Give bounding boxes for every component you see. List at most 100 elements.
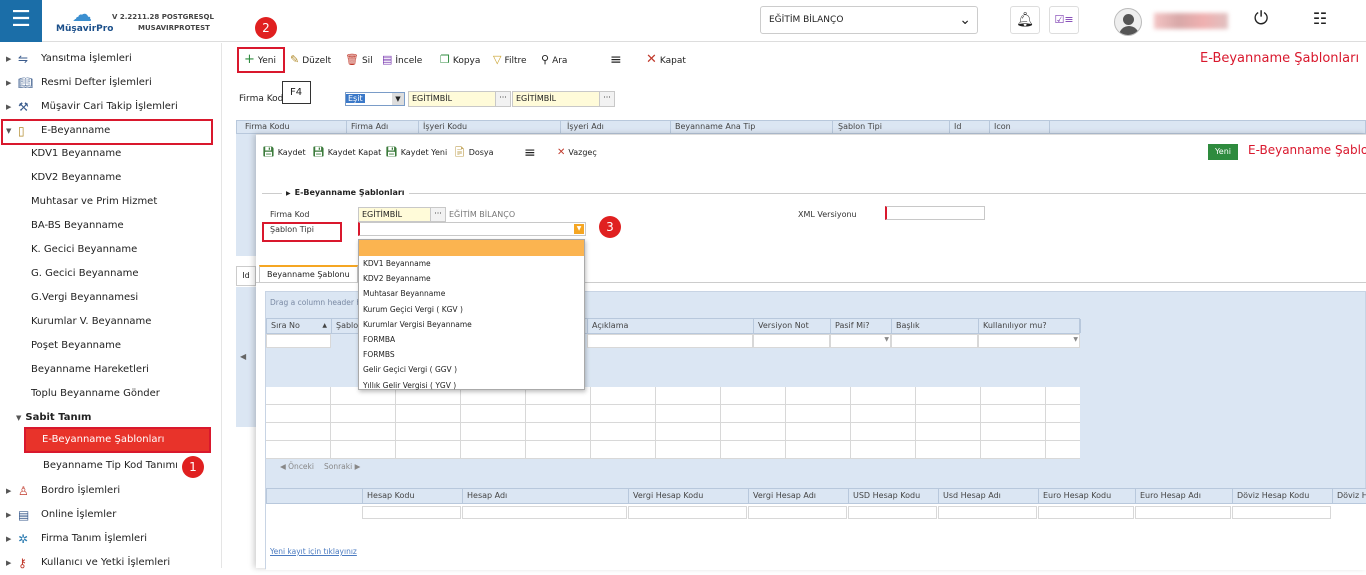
column-header[interactable]: USD Hesap Kodu: [849, 489, 939, 503]
tab-beyanname-sablonu[interactable]: Beyanname Şablonu: [259, 265, 358, 282]
sidebar-item-musavir-cari[interactable]: ▶ ⚒ Müşavir Cari Takip İşlemleri: [0, 95, 222, 119]
sidebar-subitem-g-vergi[interactable]: G.Vergi Beyannamesi: [31, 286, 138, 310]
dropdown-option[interactable]: [359, 240, 584, 256]
more-menu-button[interactable]: ≡: [610, 47, 622, 73]
lookup-button[interactable]: ···: [430, 207, 446, 222]
column-header[interactable]: Başlık: [892, 319, 979, 333]
sidebar-subitem-tip-kod[interactable]: Beyanname Tip Kod Tanımı: [43, 454, 178, 478]
column-header[interactable]: Vergi Hesap Adı: [749, 489, 849, 503]
column-header[interactable]: Şablon Tipi: [834, 121, 950, 133]
column-header[interactable]: Vergi Hesap Kodu: [629, 489, 749, 503]
cancel-button[interactable]: ✕ Vazgeç: [557, 145, 597, 161]
grid-filter-cell[interactable]: [753, 334, 830, 348]
edit-button[interactable]: ✎ Düzelt: [290, 47, 331, 73]
column-header[interactable]: Euro Hesap Kodu: [1039, 489, 1136, 503]
sidebar-item-online[interactable]: ▶ ▤ Online İşlemler: [0, 503, 222, 527]
filter-button[interactable]: ▽ Filtre: [493, 47, 527, 73]
grid-filter-cell[interactable]: [1232, 506, 1331, 519]
more-menu-button[interactable]: ≡: [524, 145, 536, 161]
sidebar-item-yansitma[interactable]: ▶ ⇋ Yansıtma İşlemleri: [0, 47, 222, 71]
dropdown-option[interactable]: Muhtasar Beyanname: [359, 286, 584, 301]
column-header[interactable]: Döviz H: [1333, 489, 1366, 503]
tasks-button[interactable]: ☑≡: [1049, 6, 1079, 34]
pager-prev-button[interactable]: ◀ Önceki: [280, 462, 314, 471]
grid-filter-cell[interactable]: [587, 334, 753, 348]
new-record-link[interactable]: Yeni kayıt için tıklayınız: [270, 547, 357, 556]
scroll-left-icon[interactable]: ◀: [240, 352, 246, 361]
grid-filter-cell[interactable]: [1135, 506, 1231, 519]
sidebar-subitem-muhtasar[interactable]: Muhtasar ve Prim Hizmet: [31, 190, 157, 214]
company-select[interactable]: EĞİTİM BİLANÇO ⌄: [760, 6, 978, 34]
lookup-button[interactable]: ···: [495, 91, 511, 107]
column-header[interactable]: Usd Hesap Adı: [939, 489, 1039, 503]
grid-filter-cell[interactable]: [891, 334, 978, 348]
file-button[interactable]: 📄︎ Dosya: [453, 145, 494, 161]
column-header[interactable]: Versiyon Not: [754, 319, 831, 333]
column-header[interactable]: İşyeri Adı: [563, 121, 671, 133]
save-button[interactable]: 💾︎ Kaydet: [262, 145, 306, 161]
sidebar-item-firma-tanim[interactable]: ▶ ✲ Firma Tanım İşlemleri: [0, 527, 222, 551]
dropdown-option[interactable]: FORMBS: [359, 347, 584, 362]
grid-filter-select[interactable]: ▼: [830, 334, 891, 348]
column-header[interactable]: Beyanname Ana Tip: [671, 121, 833, 133]
column-header[interactable]: [267, 489, 363, 503]
search-button[interactable]: ⚲ Ara: [541, 47, 567, 73]
column-header[interactable]: Sıra No ▲: [267, 319, 332, 333]
save-new-button[interactable]: 💾︎ Kaydet Yeni: [385, 145, 447, 161]
power-button[interactable]: ⏻: [1254, 8, 1268, 29]
column-header[interactable]: Euro Hesap Adı: [1136, 489, 1233, 503]
column-header[interactable]: Hesap Kodu: [363, 489, 463, 503]
sidebar-subitem-kurumlar[interactable]: Kurumlar V. Beyanname: [31, 310, 151, 334]
lookup-button[interactable]: ···: [599, 91, 615, 107]
dropdown-option[interactable]: Kurum Geçici Vergi ( KGV ): [359, 302, 584, 317]
inspect-button[interactable]: ▤ İncele: [382, 47, 422, 73]
column-header[interactable]: Şablon: [332, 319, 360, 333]
dropdown-option[interactable]: KDV1 Beyanname: [359, 256, 584, 271]
dropdown-option[interactable]: Kurumlar Vergisi Beyanname: [359, 317, 584, 332]
grid-filter-cell[interactable]: [266, 334, 331, 348]
grid-filter-cell[interactable]: [362, 506, 461, 519]
grid-filter-cell[interactable]: [462, 506, 627, 519]
close-button[interactable]: ✕ Kapat: [646, 47, 686, 73]
column-header[interactable]: Id: [950, 121, 990, 133]
column-header[interactable]: Hesap Adı: [463, 489, 629, 503]
grid-filter-cell[interactable]: [628, 506, 747, 519]
filter-input-1[interactable]: EGİTİMBİL: [408, 91, 496, 107]
column-header[interactable]: Kullanılıyor mu?: [979, 319, 1081, 333]
column-header[interactable]: Döviz Hesap Kodu: [1233, 489, 1333, 503]
column-header[interactable]: Firma Adı: [347, 121, 419, 133]
background-tab[interactable]: Id: [236, 266, 256, 286]
sidebar-item-kullanici[interactable]: ▶ ⚷ Kullanıcı ve Yetki İşlemleri: [0, 551, 222, 575]
menu-toggle-button[interactable]: ☰: [0, 0, 42, 42]
sidebar-subitem-g-gecici[interactable]: G. Gecici Beyanname: [31, 262, 139, 286]
sidebar-subitem-poset[interactable]: Poşet Beyanname: [31, 334, 121, 358]
delete-button[interactable]: 🗑︎ Sil: [345, 47, 373, 73]
sablon-tipi-select[interactable]: ▼: [358, 222, 586, 236]
sidebar-subitem-toplu-gonder[interactable]: Toplu Beyanname Gönder: [31, 382, 160, 406]
grid-filter-cell[interactable]: [848, 506, 937, 519]
notifications-button[interactable]: 🔔︎: [1010, 6, 1040, 34]
dropdown-option[interactable]: KDV2 Beyanname: [359, 271, 584, 286]
sidebar-subitem-k-gecici[interactable]: K. Gecici Beyanname: [31, 238, 137, 262]
column-header[interactable]: Firma Kodu: [241, 121, 347, 133]
sidebar-subitem-kdv2[interactable]: KDV2 Beyanname: [31, 166, 121, 190]
column-header[interactable]: Pasif Mi?: [831, 319, 892, 333]
column-header[interactable]: Icon: [990, 121, 1050, 133]
app-logo[interactable]: ☁ MüşavirPro: [56, 4, 113, 38]
copy-button[interactable]: ❐ Kopya: [440, 47, 480, 73]
grid-filter-select[interactable]: ▼: [978, 334, 1080, 348]
sidebar-subitem-babs[interactable]: BA-BS Beyanname: [31, 214, 124, 238]
column-header[interactable]: İşyeri Kodu: [419, 121, 561, 133]
sidebar-item-bordro[interactable]: ▶ ♙ Bordro İşlemleri: [0, 479, 222, 503]
grid-filter-cell[interactable]: [938, 506, 1037, 519]
save-close-button[interactable]: 💾︎ Kaydet Kapat: [312, 145, 381, 161]
settings-button[interactable]: ☷: [1306, 6, 1334, 34]
grid-filter-cell[interactable]: [1038, 506, 1134, 519]
pager-next-button[interactable]: Sonraki ▶: [324, 462, 360, 471]
sidebar-subitem-kdv1[interactable]: KDV1 Beyanname: [31, 142, 121, 166]
dropdown-option[interactable]: Gelir Geçici Vergi ( GGV ): [359, 362, 584, 377]
avatar[interactable]: [1114, 8, 1142, 36]
operator-select[interactable]: Eşit ▼: [345, 92, 405, 106]
dropdown-option[interactable]: FORMBA: [359, 332, 584, 347]
sidebar-item-resmi-defter[interactable]: ▶ 📖︎ Resmi Defter İşlemleri: [0, 71, 222, 95]
